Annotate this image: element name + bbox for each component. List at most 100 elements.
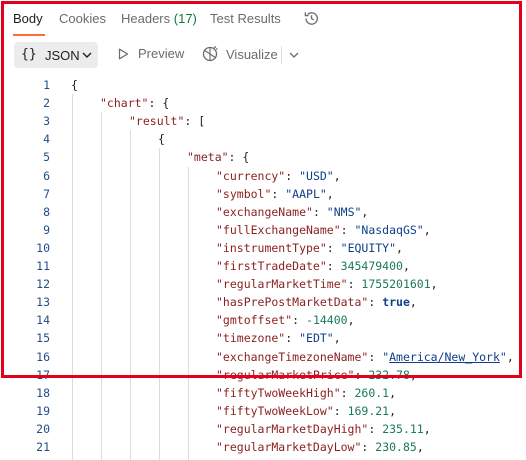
json-key: "fiftyTwoWeekHigh" bbox=[216, 386, 341, 400]
json-punctuation: , bbox=[389, 404, 396, 418]
json-punctuation: : bbox=[271, 187, 285, 201]
json-punctuation: : { bbox=[229, 150, 250, 164]
code-line: 19"fiftyTwoWeekLow": 169.21, bbox=[0, 402, 526, 420]
json-punctuation: : bbox=[368, 350, 382, 364]
visualize-button[interactable]: Visualize bbox=[226, 47, 278, 62]
json-key: "hasPrePostMarketData" bbox=[216, 295, 368, 309]
line-number: 7 bbox=[10, 185, 50, 203]
code-text: "fiftyTwoWeekLow": 169.21, bbox=[216, 402, 396, 420]
json-punctuation: , bbox=[327, 187, 334, 201]
json-punctuation: : bbox=[341, 386, 355, 400]
line-number: 18 bbox=[10, 384, 50, 402]
code-text: "regularMarketPrice": 232.78, bbox=[216, 366, 417, 384]
code-text: "regularMarketDayHigh": 235.11, bbox=[216, 420, 431, 438]
json-key: "timezone" bbox=[216, 331, 285, 345]
json-key: "meta" bbox=[187, 150, 229, 164]
indent-guide bbox=[101, 112, 102, 460]
json-punctuation: , bbox=[348, 313, 355, 327]
json-punctuation: : bbox=[292, 313, 306, 327]
json-value: 260.1 bbox=[354, 386, 389, 400]
code-line: 7 "symbol": "AAPL", bbox=[0, 185, 526, 203]
tab-headers[interactable]: Headers (17) bbox=[121, 11, 197, 26]
code-text: "regularMarketDayLow": 230.85, bbox=[216, 438, 424, 456]
line-number: 9 bbox=[10, 221, 50, 239]
code-text: "gmtoffset": -14400, bbox=[216, 311, 355, 329]
json-punctuation: , bbox=[389, 386, 396, 400]
json-punctuation: , bbox=[431, 277, 438, 291]
json-key: "instrumentType" bbox=[216, 241, 327, 255]
code-text: "instrumentType": "EQUITY", bbox=[216, 239, 403, 257]
json-key: "exchangeTimezoneName" bbox=[216, 350, 368, 364]
code-text: "result": [ bbox=[129, 112, 205, 130]
headers-count-badge: (17) bbox=[174, 11, 197, 26]
json-punctuation: : bbox=[285, 169, 299, 183]
json-punctuation: : bbox=[313, 205, 327, 219]
json-punctuation: : bbox=[368, 295, 382, 309]
json-punctuation: , bbox=[396, 241, 403, 255]
history-icon[interactable] bbox=[303, 10, 320, 27]
json-value: true bbox=[382, 295, 410, 309]
json-punctuation: : bbox=[341, 223, 355, 237]
json-value: "AAPL" bbox=[285, 187, 327, 201]
indent-guide bbox=[159, 148, 160, 460]
code-line: 8 "exchangeName": "NMS", bbox=[0, 203, 526, 221]
code-text: "symbol": "AAPL", bbox=[216, 185, 334, 203]
json-punctuation: : bbox=[327, 241, 341, 255]
code-text: "meta": { bbox=[187, 148, 249, 166]
json-value: "USD" bbox=[299, 169, 334, 183]
line-number: 3 bbox=[10, 112, 50, 130]
json-key: "exchangeName" bbox=[216, 205, 313, 219]
json-key: "gmtoffset" bbox=[216, 313, 292, 327]
line-number: 17 bbox=[10, 366, 50, 384]
json-key: "symbol" bbox=[216, 187, 271, 201]
tab-body[interactable]: Body bbox=[13, 11, 43, 26]
json-value: 345479400 bbox=[341, 259, 403, 273]
json-key: "fiftyTwoWeekLow" bbox=[216, 404, 334, 418]
line-number: 12 bbox=[10, 275, 50, 293]
json-value: 235.11 bbox=[382, 422, 424, 436]
line-number: 2 bbox=[10, 94, 50, 112]
code-line: 3 "result": [ bbox=[0, 112, 526, 130]
code-line: 1{ bbox=[0, 76, 526, 94]
code-text: "firstTradeDate": 345479400, bbox=[216, 257, 410, 275]
json-response-body[interactable]: 1{2"chart": {3"result": [4{5"meta": {6"c… bbox=[0, 76, 526, 455]
json-link[interactable]: America/New_York bbox=[389, 350, 500, 364]
code-text: "timezone": "EDT", bbox=[216, 329, 341, 347]
json-punctuation: : { bbox=[148, 96, 169, 110]
line-number: 8 bbox=[10, 203, 50, 221]
code-text: { bbox=[71, 76, 78, 94]
json-punctuation: , bbox=[334, 331, 341, 345]
json-punctuation: : bbox=[327, 259, 341, 273]
visualize-menu-chevron-icon[interactable] bbox=[289, 51, 299, 59]
json-value: "EQUITY" bbox=[341, 241, 396, 255]
json-key: "regularMarketPrice" bbox=[216, 368, 354, 382]
tab-headers-label: Headers bbox=[121, 11, 170, 26]
tab-cookies[interactable]: Cookies bbox=[59, 11, 106, 26]
preview-label: Preview bbox=[138, 46, 184, 61]
line-number: 1 bbox=[10, 76, 50, 94]
json-key: "regularMarketTime" bbox=[216, 277, 348, 291]
json-punctuation: : bbox=[354, 368, 368, 382]
json-punctuation: , bbox=[424, 223, 431, 237]
json-value: "NasdaqGS" bbox=[354, 223, 423, 237]
json-key: "regularMarketDayHigh" bbox=[216, 422, 368, 436]
tab-test-results[interactable]: Test Results bbox=[210, 11, 281, 26]
format-select[interactable]: {} JSON bbox=[14, 42, 98, 68]
code-line: 20"regularMarketDayHigh": 235.11, bbox=[0, 420, 526, 438]
toolbar-divider bbox=[281, 46, 282, 64]
visualize-icon[interactable] bbox=[201, 45, 219, 63]
json-value: " bbox=[500, 350, 507, 364]
code-line: 4{ bbox=[0, 130, 526, 148]
chevron-down-icon bbox=[82, 51, 92, 59]
code-line: 17 "regularMarketPrice": 232.78, bbox=[0, 366, 526, 384]
code-text: "chart": { bbox=[100, 94, 169, 112]
line-number: 16 bbox=[10, 348, 50, 366]
code-text: "exchangeName": "NMS", bbox=[216, 203, 368, 221]
json-value: 232.78 bbox=[368, 368, 410, 382]
code-text: "regularMarketTime": 1755201601, bbox=[216, 275, 438, 293]
code-text: "exchangeTimezoneName": "America/New_Yor… bbox=[216, 348, 514, 366]
indent-guide bbox=[130, 130, 131, 460]
code-line: 6"currency": "USD", bbox=[0, 167, 526, 185]
code-text: { bbox=[158, 130, 165, 148]
json-punctuation: , bbox=[424, 422, 431, 436]
